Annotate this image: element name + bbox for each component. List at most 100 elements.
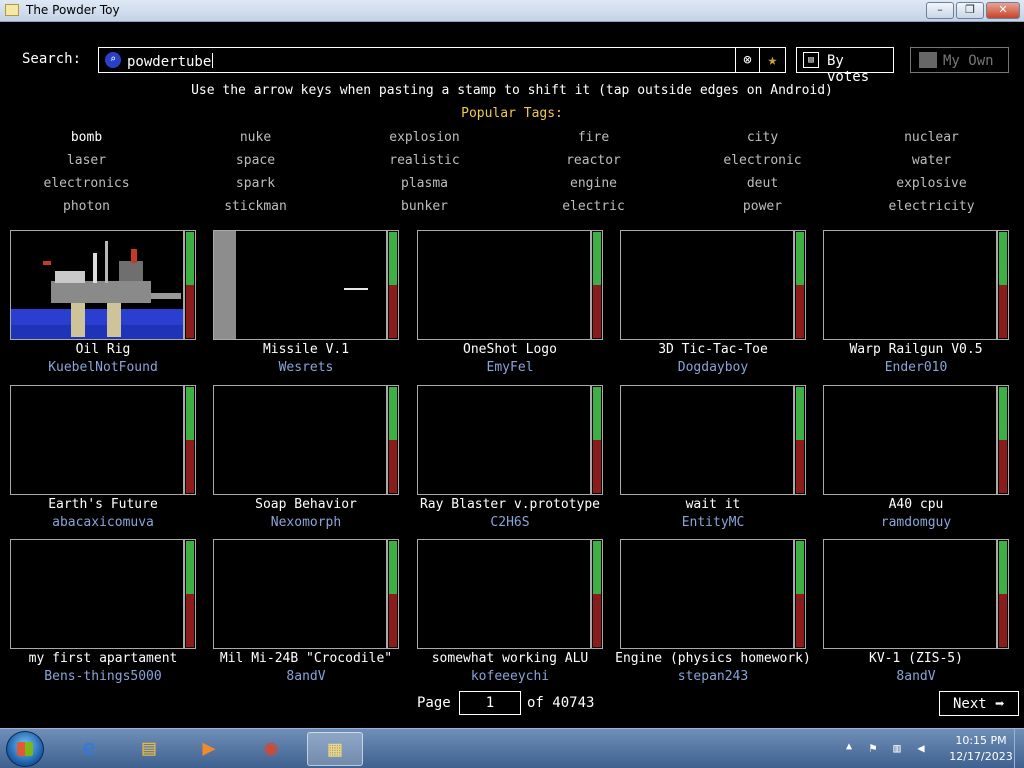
save-title[interactable]: Oil Rig [0,342,206,357]
taskbar-powder-toy[interactable]: ▦ [307,732,363,766]
save-card[interactable]: my first apartament Bens-things5000 [10,539,196,685]
save-card[interactable]: Soap Behavior Nexomorph [213,385,399,531]
save-thumbnail[interactable] [823,385,997,495]
save-card[interactable]: Mil Mi-24B "Crocodile" 8andV [213,539,399,685]
save-title[interactable]: Warp Railgun V0.5 [813,342,1019,357]
save-thumbnail[interactable] [10,385,184,495]
save-author[interactable]: 8andV [203,669,409,684]
tag-spark[interactable]: spark [171,176,340,191]
tag-electronic[interactable]: electronic [678,153,847,168]
taskbar-media-player[interactable]: ▶ [182,732,238,766]
maximize-button[interactable]: ❐ [956,2,984,19]
save-title[interactable]: Earth's Future [0,497,206,512]
save-thumbnail[interactable] [417,539,591,649]
tag-explosive[interactable]: explosive [847,176,1016,191]
save-title[interactable]: A40 cpu [813,497,1019,512]
minimize-button[interactable]: – [926,2,954,19]
tag-deut[interactable]: deut [678,176,847,191]
tag-city[interactable]: city [678,130,847,145]
tag-power[interactable]: power [678,199,847,214]
save-card[interactable]: Engine (physics homework) stepan243 [615,539,811,685]
save-author[interactable]: Bens-things5000 [0,669,206,684]
tag-electricity[interactable]: electricity [847,199,1016,214]
save-thumbnail[interactable] [823,230,997,340]
save-card[interactable]: Oil Rig KuebelNotFound [10,230,196,376]
start-button[interactable] [6,731,44,767]
tag-realistic[interactable]: realistic [340,153,509,168]
save-author[interactable]: abacaxicomuva [0,515,206,530]
search-input[interactable]: ⌕ powdertube ⊗ ★ [98,47,786,73]
tag-nuclear[interactable]: nuclear [847,130,1016,145]
taskbar-chrome[interactable]: ◉ [244,732,300,766]
save-card[interactable]: Earth's Future abacaxicomuva [10,385,196,531]
save-author[interactable]: KuebelNotFound [0,360,206,375]
save-thumbnail[interactable] [417,230,591,340]
save-card[interactable]: Missile V.1 Wesrets [213,230,399,376]
save-card[interactable]: 3D Tic-Tac-Toe Dogdayboy [620,230,806,376]
save-title[interactable]: Ray Blaster v.prototype [407,497,613,512]
save-thumbnail[interactable] [213,539,387,649]
flag-icon[interactable]: ⚑ [866,741,880,755]
save-author[interactable]: Ender010 [813,360,1019,375]
taskbar-internet-explorer[interactable]: e [62,732,118,766]
show-desktop-button[interactable] [1014,729,1024,768]
save-title[interactable]: Engine (physics homework) [610,651,816,666]
save-thumbnail[interactable] [620,385,794,495]
tag-fire[interactable]: fire [509,130,678,145]
save-title[interactable]: Mil Mi-24B "Crocodile" [203,651,409,666]
tray-expand-icon[interactable]: ▲ [846,741,852,752]
save-title[interactable]: 3D Tic-Tac-Toe [610,342,816,357]
sort-by-votes-button[interactable]: ▤ By votes [796,47,894,85]
save-title[interactable]: wait it [610,497,816,512]
next-page-button[interactable]: Next ➡ [939,691,1019,716]
tag-electronics[interactable]: electronics [2,176,171,191]
save-thumbnail[interactable] [213,385,387,495]
save-card[interactable]: somewhat working ALU kofeeeychi [417,539,603,685]
clock-date[interactable]: 12/17/2023 [946,750,1016,763]
tag-engine[interactable]: engine [509,176,678,191]
save-title[interactable]: KV-1 (ZIS-5) [813,651,1019,666]
tag-stickman[interactable]: stickman [171,199,340,214]
save-author[interactable]: ramdomguy [813,515,1019,530]
save-thumbnail[interactable] [620,230,794,340]
save-author[interactable]: 8andV [813,669,1019,684]
save-author[interactable]: EmyFel [407,360,613,375]
save-card[interactable]: KV-1 (ZIS-5) 8andV [823,539,1009,685]
page-number-input[interactable]: 1 [459,691,521,715]
save-author[interactable]: EntityMC [610,515,816,530]
tag-nuke[interactable]: nuke [171,130,340,145]
tag-explosion[interactable]: explosion [340,130,509,145]
network-icon[interactable]: ▥ [890,741,904,755]
save-author[interactable]: kofeeeychi [407,669,613,684]
save-card[interactable]: A40 cpu ramdomguy [823,385,1009,531]
my-own-button[interactable]: My Own [910,47,1009,73]
save-author[interactable]: Nexomorph [203,515,409,530]
save-thumbnail[interactable] [620,539,794,649]
tag-laser[interactable]: laser [2,153,171,168]
save-card[interactable]: Ray Blaster v.prototype C2H6S [417,385,603,531]
close-button[interactable]: ✕ [986,2,1020,19]
save-title[interactable]: Missile V.1 [203,342,409,357]
save-author[interactable]: stepan243 [610,669,816,684]
tag-bomb[interactable]: bomb [2,130,171,145]
save-thumbnail[interactable] [823,539,997,649]
save-title[interactable]: OneShot Logo [407,342,613,357]
taskbar-file-explorer[interactable]: ▤ [122,732,178,766]
tag-space[interactable]: space [171,153,340,168]
volume-muted-icon[interactable]: ◀ [914,741,928,755]
tag-bunker[interactable]: bunker [340,199,509,214]
save-author[interactable]: Wesrets [203,360,409,375]
save-card[interactable]: Warp Railgun V0.5 Ender010 [823,230,1009,376]
save-thumbnail[interactable] [10,539,184,649]
tag-reactor[interactable]: reactor [509,153,678,168]
save-thumbnail[interactable] [10,230,184,340]
save-title[interactable]: my first apartament [0,651,206,666]
save-title[interactable]: somewhat working ALU [407,651,613,666]
save-title[interactable]: Soap Behavior [203,497,409,512]
save-thumbnail[interactable] [213,230,387,340]
tag-plasma[interactable]: plasma [340,176,509,191]
tag-water[interactable]: water [847,153,1016,168]
save-author[interactable]: Dogdayboy [610,360,816,375]
tag-photon[interactable]: photon [2,199,171,214]
clear-search-icon[interactable]: ⊗ [735,48,759,72]
